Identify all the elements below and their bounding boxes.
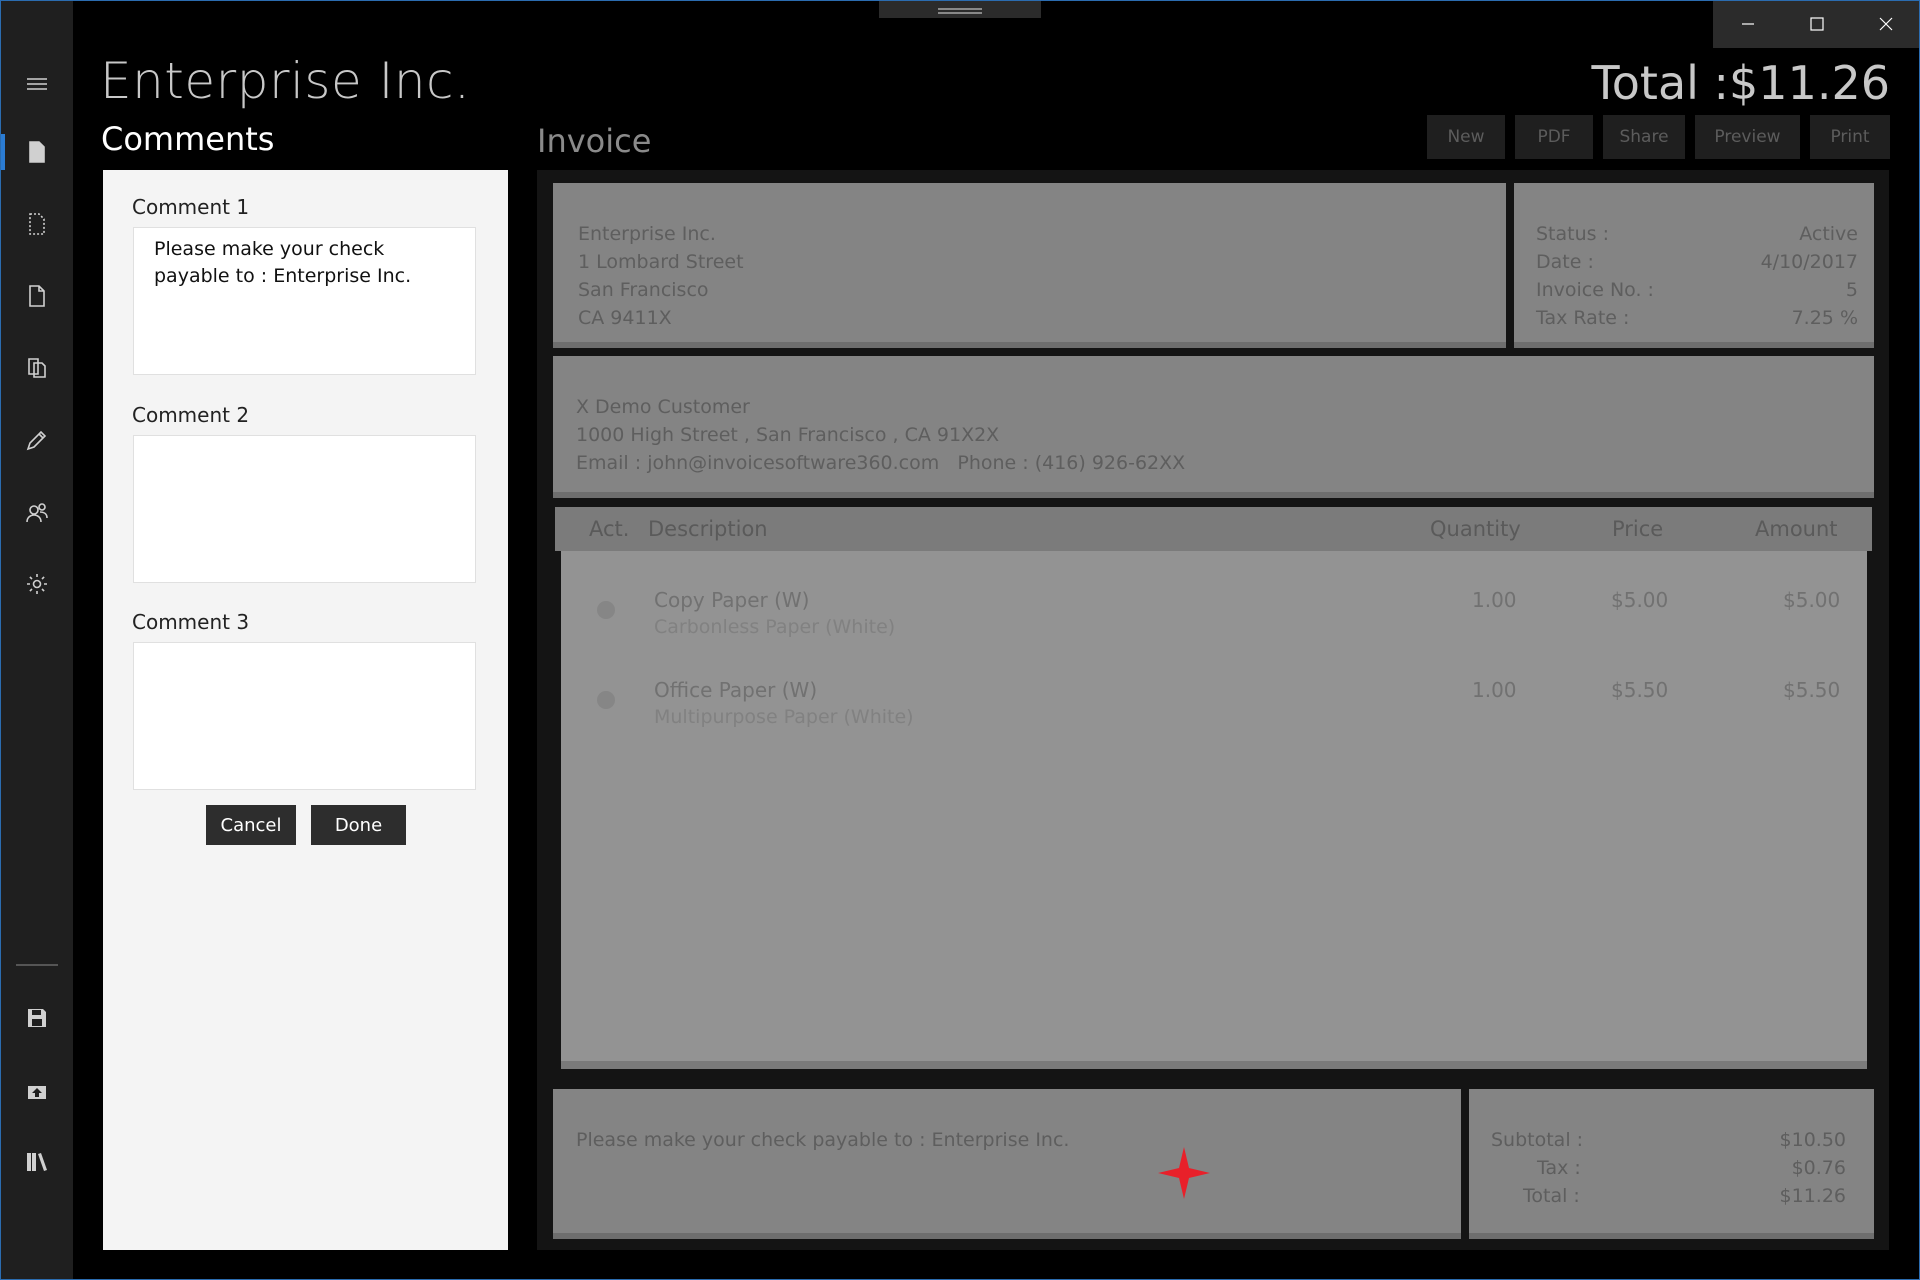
library-books-icon[interactable] [0, 1134, 73, 1190]
maximize-icon[interactable] [1782, 0, 1851, 48]
tax-label: Tax : [1537, 1157, 1581, 1179]
date-value: 4/10/2017 [1760, 251, 1858, 273]
tax-value: $0.76 [1791, 1157, 1846, 1179]
date-label: Date : [1536, 251, 1594, 273]
save-disk-icon[interactable] [0, 990, 73, 1046]
rail-divider [16, 964, 58, 966]
col-quantity: Quantity [1430, 517, 1521, 541]
item-description: Multipurpose Paper (White) [654, 706, 914, 728]
status-label: Status : [1536, 223, 1609, 245]
comments-title: Comments [101, 120, 275, 158]
status-value: Active [1799, 223, 1858, 245]
item-price: $5.50 [1611, 678, 1669, 702]
title-drag-handle[interactable] [879, 0, 1041, 18]
close-icon[interactable] [1851, 0, 1920, 48]
blank-document-icon[interactable] [0, 268, 73, 324]
item-description: Carbonless Paper (White) [654, 616, 896, 638]
company-address-card[interactable]: Enterprise Inc. 1 Lombard Street San Fra… [553, 183, 1506, 348]
col-description: Description [648, 517, 768, 541]
header-total: Total :$11.26 [1591, 56, 1890, 110]
invoice-no-value: 5 [1845, 279, 1858, 301]
total-label: Total : [1523, 1185, 1580, 1207]
share-button[interactable]: Share [1603, 115, 1685, 159]
remove-item-icon[interactable] [597, 691, 615, 709]
item-amount: $5.50 [1783, 678, 1841, 702]
comments-panel: Comment 1 Comment 2 Comment 3 Cancel Don… [103, 170, 508, 1250]
estimate-document-icon[interactable] [0, 196, 73, 252]
from-street: 1 Lombard Street [578, 251, 744, 273]
customer-contact: Email : john@invoicesoftware360.com Phon… [576, 452, 1186, 474]
subtotal-value: $10.50 [1779, 1129, 1846, 1151]
from-zip: CA 9411X [578, 307, 672, 329]
from-city: San Francisco [578, 279, 709, 301]
customer-card[interactable]: X Demo Customer 1000 High Street , San F… [553, 356, 1874, 498]
preview-button[interactable]: Preview [1695, 115, 1800, 159]
invoice-toolbar: New PDF Share Preview Print [1427, 115, 1890, 159]
comment-1-field[interactable] [133, 227, 476, 375]
red-star-marker-icon [1158, 1147, 1210, 1199]
item-price: $5.00 [1611, 588, 1669, 612]
print-button[interactable]: Print [1810, 115, 1890, 159]
item-quantity: 1.00 [1472, 678, 1517, 702]
comment-1-label: Comment 1 [132, 195, 250, 219]
line-items-list: Copy Paper (W) Carbonless Paper (White) … [561, 551, 1867, 1069]
settings-gear-icon[interactable] [0, 556, 73, 612]
col-amount: Amount [1755, 517, 1838, 541]
company-name: Enterprise Inc. [100, 52, 471, 110]
invoice-document-icon[interactable] [0, 124, 73, 180]
col-price: Price [1612, 517, 1664, 541]
item-amount: $5.00 [1783, 588, 1841, 612]
minimize-icon[interactable] [1713, 0, 1782, 48]
remove-item-icon[interactable] [597, 601, 615, 619]
comment-2-label: Comment 2 [132, 403, 250, 427]
pdf-button[interactable]: PDF [1515, 115, 1593, 159]
customers-icon[interactable] [0, 484, 73, 540]
comment-3-label: Comment 3 [132, 610, 250, 634]
item-quantity: 1.00 [1472, 588, 1517, 612]
comment-3-field[interactable] [133, 642, 476, 790]
col-act: Act. [589, 517, 630, 541]
total-value: $11.26 [1779, 1185, 1846, 1207]
invoice-meta-card[interactable]: Status : Active Date : 4/10/2017 Invoice… [1514, 183, 1874, 348]
line-items-header: Act. Description Quantity Price Amount [555, 507, 1872, 551]
invoice-title: Invoice [537, 122, 652, 160]
upload-icon[interactable] [0, 1062, 73, 1118]
customer-address: 1000 High Street , San Francisco , CA 91… [576, 424, 1000, 446]
item-name: Copy Paper (W) [654, 588, 810, 612]
notes-card[interactable]: Please make your check payable to : Ente… [553, 1089, 1461, 1239]
tax-rate-value: 7.25 % [1791, 307, 1858, 329]
comment-2-field[interactable] [133, 435, 476, 583]
cancel-button[interactable]: Cancel [206, 805, 296, 845]
totals-card[interactable]: Subtotal : $10.50 Tax : $0.76 Total : $1… [1469, 1089, 1874, 1239]
hamburger-menu-icon[interactable] [0, 56, 73, 112]
pencil-edit-icon[interactable] [0, 412, 73, 468]
notes-text: Please make your check payable to : Ente… [576, 1129, 1070, 1151]
new-button[interactable]: New [1427, 115, 1505, 159]
window-controls [1713, 0, 1920, 48]
customer-name: X Demo Customer [576, 396, 750, 418]
nav-rail [0, 0, 73, 1280]
copy-documents-icon[interactable] [0, 340, 73, 396]
subtotal-label: Subtotal : [1491, 1129, 1584, 1151]
done-button[interactable]: Done [311, 805, 406, 845]
item-name: Office Paper (W) [654, 678, 818, 702]
tax-rate-label: Tax Rate : [1536, 307, 1630, 329]
from-name: Enterprise Inc. [578, 223, 716, 245]
invoice-no-label: Invoice No. : [1536, 279, 1654, 301]
